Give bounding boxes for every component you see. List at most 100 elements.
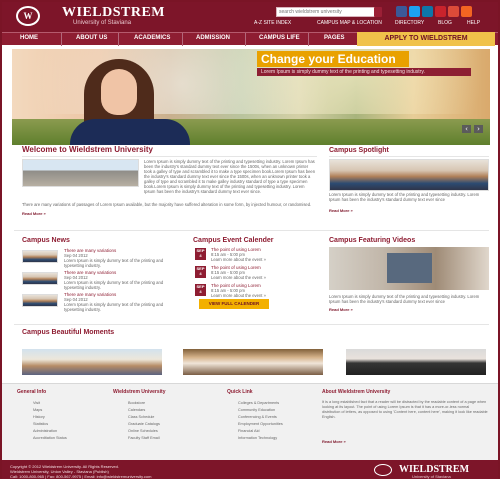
footer-link[interactable]: Online Schedules [128, 429, 158, 433]
moment-photo-graduation[interactable] [346, 349, 486, 375]
welcome-text-secondary: There are many variations of passages of… [22, 202, 312, 207]
event-more-link[interactable]: Learn more about the event » [211, 293, 266, 298]
event-day: 4 [199, 271, 202, 276]
event-date-badge: SEP 4 [195, 266, 206, 278]
hero-title: Change your Education [257, 51, 409, 67]
divider [329, 156, 489, 157]
news-text: Lorem Ipsum is simply dummy text of the … [64, 280, 164, 290]
brand-name[interactable]: WIELDSTREM [62, 5, 165, 21]
facebook-icon[interactable] [396, 6, 407, 17]
footer-link[interactable]: Financial Aid [238, 429, 260, 433]
footer-link[interactable]: Statistics [33, 422, 48, 426]
nav-divider [308, 33, 309, 46]
news-thumbnail [22, 272, 58, 285]
footer-logo [374, 464, 392, 476]
footer-link[interactable]: Accreditation Status [33, 436, 67, 440]
moment-photo-students[interactable] [22, 349, 162, 375]
footer-link[interactable]: Graduate Catalogs [128, 422, 160, 426]
search-button[interactable] [374, 7, 382, 17]
twitter-icon[interactable] [409, 6, 420, 17]
campus-map-link[interactable]: CAMPUS MAP & LOCATION [317, 20, 382, 26]
site-index-link[interactable]: A-Z SITE INDEX [254, 20, 291, 26]
event-date-badge: SEP 4 [195, 284, 206, 296]
footer-quick-link-title: Quick Link [227, 389, 253, 395]
help-link[interactable]: HELP [467, 20, 480, 26]
nav-admission[interactable]: ADMISSION [196, 35, 230, 41]
section-divider [14, 230, 489, 231]
contact-text: Call: 1000-800-965 | Fax: 800-567-9975 |… [10, 474, 152, 479]
apply-button[interactable]: APPLY TO WIELDSTREM [357, 32, 495, 46]
campus-building-image [22, 159, 139, 187]
footer-link[interactable]: Visit [33, 401, 40, 405]
campus-news-title: Campus News [22, 237, 70, 244]
beautiful-moments-title: Campus Beautiful Moments [22, 329, 115, 336]
footer-link[interactable]: Employment Opportunities [238, 422, 283, 426]
section-divider [14, 324, 489, 325]
news-text: Lorem Ipsum is simply dummy text of the … [64, 302, 164, 312]
footer-university-title: Wieldstrem University [113, 389, 166, 395]
footer-brand-subtitle: University of Staviana [412, 474, 451, 479]
university-logo[interactable]: W [16, 6, 40, 26]
footer-link[interactable]: Information Technology [238, 436, 277, 440]
footer-link[interactable]: Conferencing & Events [238, 415, 277, 419]
search-input[interactable]: search wieldstrem university [276, 7, 380, 17]
nav-divider [61, 33, 62, 46]
nav-divider [182, 33, 183, 46]
footer-link[interactable]: Faculty Staff Email [128, 436, 160, 440]
nav-pages[interactable]: PAGES [324, 35, 345, 41]
spotlight-read-more-link[interactable]: Read More » [329, 208, 353, 213]
slider-next-icon[interactable]: › [474, 125, 483, 133]
footer-link[interactable]: Bookstore [128, 401, 145, 405]
footer-about-text: It is a long established fact that a rea… [322, 400, 488, 419]
video-read-more-link[interactable]: Read More » [329, 307, 353, 312]
directory-link[interactable]: DIRECTORY [395, 20, 424, 26]
footer-link[interactable]: History [33, 415, 45, 419]
video-screen [387, 253, 432, 283]
footer-link[interactable]: Maps [33, 408, 42, 412]
welcome-text: Lorem Ipsum is simply dummy text of the … [144, 159, 316, 194]
event-more-link[interactable]: Learn more about the event » [211, 275, 266, 280]
google-plus-icon[interactable] [448, 6, 459, 17]
view-full-calendar-button[interactable]: VIEW FULL CALENDER [199, 299, 269, 309]
spotlight-text: Lorem Ipsum is simply dummy text of the … [329, 192, 480, 202]
pinterest-icon[interactable] [435, 6, 446, 17]
event-day: 4 [199, 289, 202, 294]
slider-prev-icon[interactable]: ‹ [462, 125, 471, 133]
event-date-badge: SEP 4 [195, 248, 206, 260]
campus-event-title: Campus Event Calender [193, 237, 274, 244]
nav-campus-life[interactable]: CAMPUS LIFE [259, 35, 300, 41]
news-thumbnail [22, 250, 58, 263]
student-photo-shirt [70, 119, 190, 145]
footer-about-title: About Wieldstrem University [322, 389, 391, 395]
footer-link[interactable]: Colleges & Departments [238, 401, 279, 405]
event-day: 4 [199, 253, 202, 258]
nav-home[interactable]: HOME [20, 35, 38, 41]
hero-subtitle: Lorem Ipsum is simply dummy text of the … [257, 68, 471, 76]
video-thumbnail[interactable] [329, 247, 489, 290]
nav-about[interactable]: ABOUT US [76, 35, 107, 41]
student-photo-face [101, 69, 137, 115]
rss-icon[interactable] [461, 6, 472, 17]
website-page: W WIELDSTREM University of Staviana sear… [0, 0, 500, 479]
nav-academics[interactable]: ACADEMICS [134, 35, 170, 41]
footer-read-more-link[interactable]: Read More » [322, 439, 346, 444]
blog-link[interactable]: BLOG [438, 20, 452, 26]
event-more-link[interactable]: Learn more about the event » [211, 257, 266, 262]
footer-link[interactable]: Class Schedule [128, 415, 154, 419]
top-header: W WIELDSTREM University of Staviana sear… [2, 2, 498, 32]
welcome-read-more-link[interactable]: Read More » [22, 211, 46, 216]
news-text: Lorem Ipsum is simply dummy text of the … [64, 258, 164, 268]
footer-link[interactable]: Administration [33, 429, 57, 433]
divider [22, 156, 317, 157]
moment-photo-library[interactable] [183, 349, 323, 375]
nav-divider [245, 33, 246, 46]
footer-general-info-title: General Info [17, 389, 47, 395]
footer-link[interactable]: Community Education [238, 408, 275, 412]
news-thumbnail [22, 294, 58, 307]
linkedin-icon[interactable] [422, 6, 433, 17]
video-text: Lorem Ipsum is simply dummy text of the … [329, 294, 480, 304]
footer-link[interactable]: Calendars [128, 408, 145, 412]
spotlight-image [329, 159, 489, 191]
welcome-title: Welcome to Wieldstrem University [22, 145, 153, 154]
nav-divider [118, 33, 119, 46]
